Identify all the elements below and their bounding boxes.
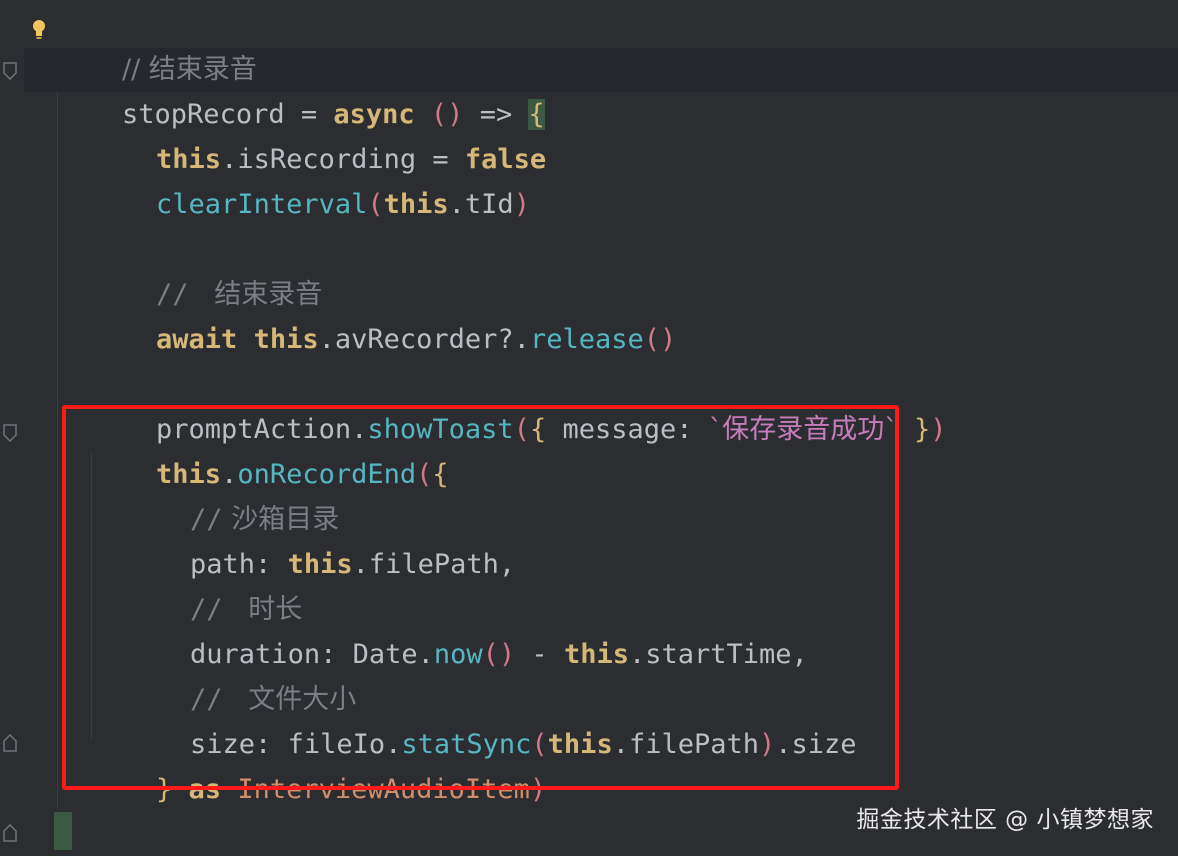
code-line-10[interactable]: this.onRecordEnd({ xyxy=(91,407,449,490)
property-key: message: xyxy=(546,414,709,445)
code-line-4[interactable]: clearInterval(this.tId) xyxy=(91,137,530,220)
code-line-3[interactable]: this.isRecording = false xyxy=(91,92,546,175)
brace: } xyxy=(156,774,173,805)
code-line-16[interactable]: size: fileIo.statSync(this.filePath).siz… xyxy=(125,677,857,760)
keyword: await xyxy=(156,324,238,355)
brace: } xyxy=(897,414,931,445)
fold-end-marker-icon[interactable] xyxy=(3,734,17,752)
function-call: now xyxy=(433,639,483,670)
code-text: .tId xyxy=(448,189,514,220)
code-text: .filePath, xyxy=(352,549,516,580)
code-line-2[interactable]: stopRecord = async () => { xyxy=(57,47,545,130)
editor-gutter[interactable] xyxy=(0,0,24,856)
parens: () xyxy=(643,324,677,355)
paren: ) xyxy=(930,414,947,445)
keyword-this: this xyxy=(547,729,613,760)
paren: ( xyxy=(513,414,530,445)
paren: ( xyxy=(367,189,384,220)
keyword-this: this xyxy=(383,189,449,220)
fold-marker-icon[interactable] xyxy=(3,62,17,80)
code-text: .size xyxy=(775,729,857,760)
paren: ) xyxy=(529,774,547,805)
fold-end-marker-icon[interactable] xyxy=(3,824,17,842)
code-line-12[interactable]: path: this.filePath, xyxy=(125,497,515,580)
type-name: InterviewAudioItem xyxy=(237,774,530,805)
lightbulb-icon[interactable] xyxy=(31,16,47,39)
code-line-17[interactable]: } as InterviewAudioItem) xyxy=(91,722,546,805)
parens: () xyxy=(482,639,516,670)
code-line-6[interactable]: // 结束录音 xyxy=(91,227,322,310)
function-call: clearInterval xyxy=(156,189,368,220)
string-literal: `保存录音成功` xyxy=(708,414,898,445)
keyword-this: this xyxy=(253,324,319,355)
fold-marker-icon[interactable] xyxy=(3,424,17,442)
watermark: 掘金技术社区 @ 小镇梦想家 xyxy=(856,807,1154,833)
code-text: .filePath xyxy=(612,729,760,760)
code-line-15[interactable]: // 文件大小 xyxy=(125,632,356,715)
code-line-1[interactable]: // 结束录音 xyxy=(57,2,257,85)
function-call: release xyxy=(529,324,644,355)
code-line-9[interactable]: promptAction.showToast({ message: `保存录音成… xyxy=(91,362,947,445)
keyword: as xyxy=(172,774,238,805)
code-line-11[interactable]: // 沙箱目录 xyxy=(125,452,339,535)
code-text: .startTime, xyxy=(628,639,808,670)
code-text: .avRecorder?. xyxy=(318,324,530,355)
brace: { xyxy=(529,414,547,445)
paren: ( xyxy=(416,459,433,490)
code-line-19[interactable]: } xyxy=(57,810,138,855)
code-editor[interactable]: // 结束录音 stopRecord = async () => { this.… xyxy=(0,0,1178,856)
operator: - xyxy=(515,639,564,670)
code-line-13[interactable]: // 时长 xyxy=(125,542,302,625)
paren: ) xyxy=(759,729,776,760)
keyword-this: this xyxy=(563,639,629,670)
paren: ) xyxy=(513,189,530,220)
brace: { xyxy=(432,459,449,490)
code-line-7[interactable]: await this.avRecorder?.release() xyxy=(91,272,676,355)
code-line-14[interactable]: duration: Date.now() - this.startTime, xyxy=(125,587,808,670)
indent-guide xyxy=(57,92,58,808)
